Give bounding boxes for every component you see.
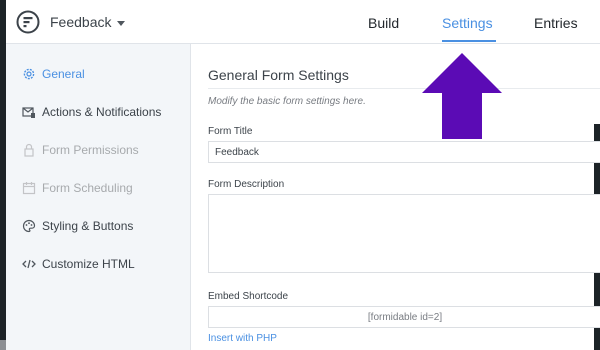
sidebar-item-label: General	[42, 67, 85, 81]
form-description-textarea[interactable]	[208, 194, 600, 273]
form-title-label: Form Title	[208, 126, 253, 137]
sidebar-item-label: Form Scheduling	[42, 181, 133, 195]
sidebar-item-general[interactable]: General	[22, 64, 187, 84]
embed-shortcode-field[interactable]: [formidable id=2]	[208, 306, 600, 328]
arrow-up-icon	[422, 53, 502, 139]
formidable-logo-icon[interactable]	[16, 10, 40, 34]
title-divider	[208, 88, 600, 89]
settings-sidebar: General Actions & Notifications Form Per…	[6, 44, 191, 350]
tab-settings[interactable]: Settings	[442, 15, 493, 31]
sidebar-item-form-permissions[interactable]: Form Permissions	[22, 140, 187, 160]
lock-icon	[24, 143, 34, 157]
embed-shortcode-label: Embed Shortcode	[208, 291, 289, 302]
active-tab-indicator	[442, 40, 496, 42]
tab-entries[interactable]: Entries	[534, 15, 578, 31]
settings-main-panel: General Form Settings Modify the basic f…	[191, 44, 600, 350]
sidebar-item-label: Customize HTML	[42, 257, 135, 271]
top-bar: Feedback Build Settings Entries	[6, 0, 600, 44]
page-title: General Form Settings	[208, 67, 349, 83]
form-title-input[interactable]: Feedback	[208, 141, 600, 163]
sidebar-item-label: Form Permissions	[42, 143, 139, 157]
form-name-dropdown[interactable]: Feedback	[50, 14, 111, 30]
chevron-down-icon[interactable]	[117, 21, 125, 26]
palette-icon	[22, 219, 36, 233]
form-description-label: Form Description	[208, 179, 285, 190]
calendar-icon	[22, 182, 36, 195]
sidebar-item-styling-buttons[interactable]: Styling & Buttons	[22, 216, 187, 236]
sidebar-item-label: Actions & Notifications	[42, 105, 162, 119]
sidebar-item-label: Styling & Buttons	[42, 219, 134, 233]
notification-icon	[22, 107, 35, 118]
gear-icon	[23, 68, 35, 80]
page-subtitle: Modify the basic form settings here.	[208, 96, 366, 107]
tab-build[interactable]: Build	[368, 15, 399, 31]
sidebar-item-form-scheduling[interactable]: Form Scheduling	[22, 178, 187, 198]
code-icon	[22, 259, 36, 269]
insert-with-php-link[interactable]: Insert with PHP	[208, 333, 277, 344]
sidebar-item-actions-notifications[interactable]: Actions & Notifications	[22, 102, 187, 122]
sidebar-item-customize-html[interactable]: Customize HTML	[22, 254, 187, 274]
